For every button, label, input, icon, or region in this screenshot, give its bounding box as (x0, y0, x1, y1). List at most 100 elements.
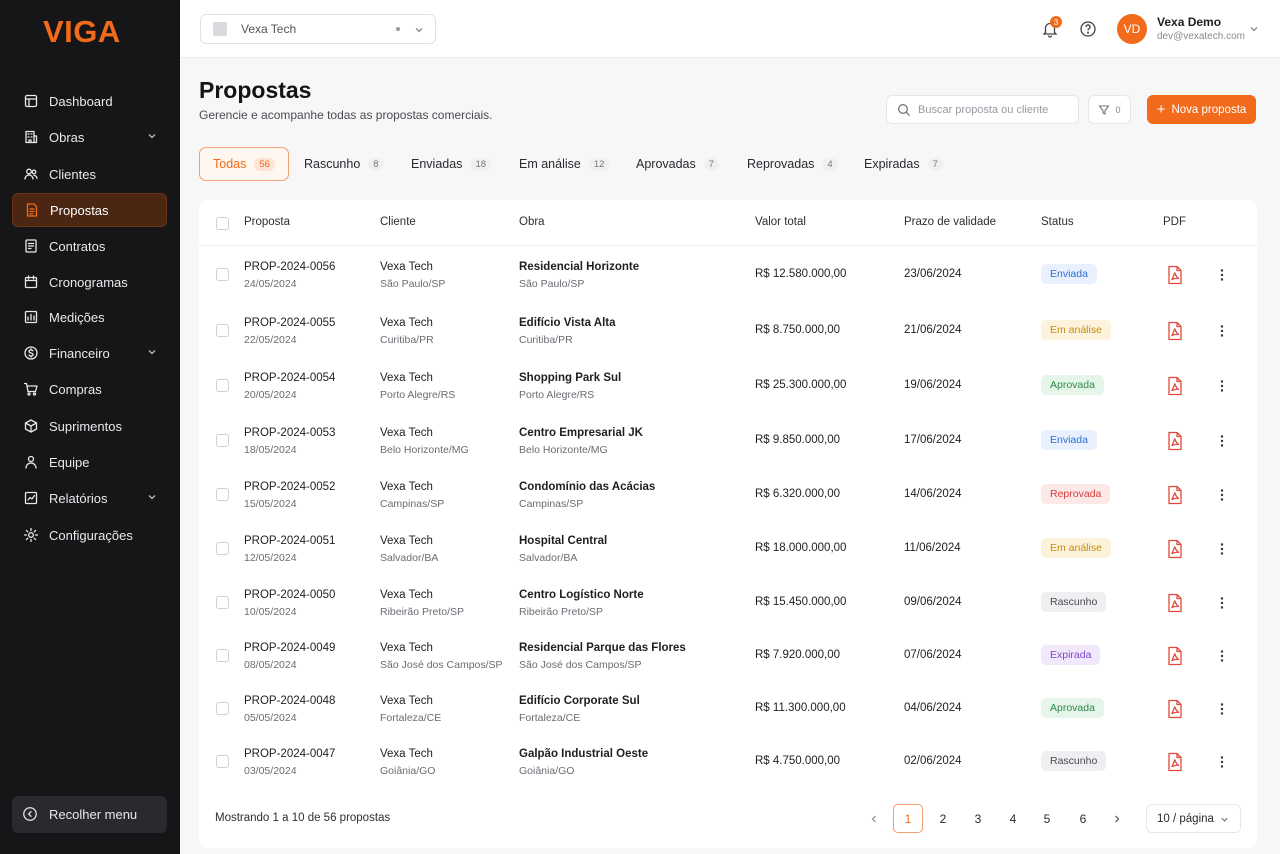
row-checkbox[interactable] (216, 755, 229, 768)
tab-rascunho[interactable]: Rascunho 8 (291, 147, 397, 181)
more-actions-icon[interactable] (1215, 488, 1229, 502)
table-row[interactable]: PROP-2024-0052 15/05/2024 Vexa Tech Campina… (199, 468, 1257, 522)
table-row[interactable]: PROP-2024-0047 03/05/2024 Vexa Tech Goiânia… (199, 735, 1257, 789)
sidebar-item-contratos[interactable]: Contratos (12, 229, 167, 263)
pdf-icon[interactable] (1164, 698, 1186, 720)
sidebar-item-relatorios[interactable]: Relatórios (12, 481, 167, 515)
more-actions-icon[interactable] (1215, 542, 1229, 556)
proposal-id[interactable]: PROP-2024-0049 (244, 642, 335, 654)
pdf-icon[interactable] (1164, 430, 1186, 452)
sidebar-item-cronogramas[interactable]: Cronogramas (12, 265, 167, 299)
column-header-status[interactable]: Status (1041, 216, 1074, 228)
sidebar-item-propostas[interactable]: Propostas (12, 193, 167, 227)
page-button-4[interactable]: 4 (998, 804, 1028, 833)
proposal-id[interactable]: PROP-2024-0054 (244, 372, 335, 384)
table-row[interactable]: PROP-2024-0050 10/05/2024 Vexa Tech Ribeirã… (199, 576, 1257, 630)
table-row[interactable]: PROP-2024-0056 24/05/2024 Vexa Tech São Pau… (199, 248, 1257, 302)
more-actions-icon[interactable] (1215, 702, 1229, 716)
table-row[interactable]: PROP-2024-0051 12/05/2024 Vexa Tech Salvado… (199, 522, 1257, 576)
brand-logo[interactable]: VIGA (43, 14, 121, 50)
proposal-id[interactable]: PROP-2024-0047 (244, 748, 335, 760)
proposal-id[interactable]: PROP-2024-0050 (244, 589, 335, 601)
more-actions-icon[interactable] (1215, 434, 1229, 448)
page-button-6[interactable]: 6 (1068, 804, 1098, 833)
new-proposal-button[interactable]: + Nova proposta (1147, 95, 1256, 124)
proposal-id[interactable]: PROP-2024-0056 (244, 261, 335, 273)
column-header-valor[interactable]: Valor total (755, 216, 806, 228)
next-page-icon[interactable] (1111, 813, 1123, 825)
pdf-icon[interactable] (1164, 375, 1186, 397)
filter-button[interactable]: 0 (1088, 95, 1131, 124)
column-header-proposta[interactable]: Proposta (244, 216, 290, 228)
proposal-id[interactable]: PROP-2024-0051 (244, 535, 335, 547)
per-page-select[interactable]: 10 / página (1146, 804, 1241, 833)
table-row[interactable]: PROP-2024-0048 05/05/2024 Vexa Tech Fortale… (199, 682, 1257, 736)
pdf-icon[interactable] (1164, 484, 1186, 506)
more-actions-icon[interactable] (1215, 649, 1229, 663)
sidebar-item-financeiro[interactable]: Financeiro (12, 336, 167, 370)
row-checkbox[interactable] (216, 268, 229, 281)
sidebar: VIGA Dashboard Obras Clientes Propostas Cont… (0, 0, 180, 854)
more-actions-icon[interactable] (1215, 755, 1229, 769)
select-all-checkbox[interactable] (216, 217, 229, 230)
pdf-icon[interactable] (1164, 751, 1186, 773)
tab-todas[interactable]: Todas 56 (199, 147, 289, 181)
tab-expiradas[interactable]: Expiradas 7 (851, 147, 956, 181)
sidebar-item-medicoes[interactable]: Medições (12, 300, 167, 334)
sidebar-item-clientes[interactable]: Clientes (12, 157, 167, 191)
row-checkbox[interactable] (216, 542, 229, 555)
tab-em-analise[interactable]: Em análise 12 (506, 147, 622, 181)
search-input[interactable] (918, 103, 1068, 116)
sidebar-item-obras[interactable]: Obras (12, 120, 167, 154)
prev-page-icon[interactable] (868, 813, 880, 825)
proposal-id[interactable]: PROP-2024-0048 (244, 695, 335, 707)
page-button-5[interactable]: 5 (1032, 804, 1062, 833)
pdf-icon[interactable] (1164, 538, 1186, 560)
page-button-3[interactable]: 3 (963, 804, 993, 833)
sidebar-item-compras[interactable]: Compras (12, 372, 167, 406)
table-row[interactable]: PROP-2024-0055 22/05/2024 Vexa Tech Curitib… (199, 304, 1257, 358)
column-header-obra[interactable]: Obra (519, 216, 545, 228)
tab-enviadas[interactable]: Enviadas 18 (398, 147, 504, 181)
page-button-2[interactable]: 2 (928, 804, 958, 833)
row-checkbox[interactable] (216, 488, 229, 501)
client-name: Vexa Tech (380, 481, 433, 493)
row-checkbox[interactable] (216, 649, 229, 662)
tab-aprovadas[interactable]: Aprovadas 7 (623, 147, 732, 181)
work-name: Edifício Vista Alta (519, 317, 616, 329)
pdf-icon[interactable] (1164, 645, 1186, 667)
avatar[interactable]: VD (1117, 14, 1147, 44)
team-icon (22, 453, 40, 471)
more-actions-icon[interactable] (1215, 379, 1229, 393)
row-checkbox[interactable] (216, 596, 229, 609)
pdf-icon[interactable] (1164, 264, 1186, 286)
user-menu-chevron-icon[interactable] (1248, 23, 1260, 35)
table-row[interactable]: PROP-2024-0049 08/05/2024 Vexa Tech São Jos… (199, 629, 1257, 683)
proposal-id[interactable]: PROP-2024-0053 (244, 427, 335, 439)
table-row[interactable]: PROP-2024-0054 20/05/2024 Vexa Tech Porto A… (199, 359, 1257, 413)
row-checkbox[interactable] (216, 379, 229, 392)
row-checkbox[interactable] (216, 702, 229, 715)
more-actions-icon[interactable] (1215, 268, 1229, 282)
pdf-icon[interactable] (1164, 592, 1186, 614)
collapse-menu-button[interactable]: Recolher menu (12, 796, 167, 833)
column-header-prazo[interactable]: Prazo de validade (904, 216, 996, 228)
more-actions-icon[interactable] (1215, 324, 1229, 338)
page-button-1[interactable]: 1 (893, 804, 923, 833)
tab-count-badge: 18 (470, 157, 492, 171)
more-actions-icon[interactable] (1215, 596, 1229, 610)
proposal-id[interactable]: PROP-2024-0052 (244, 481, 335, 493)
sidebar-item-configuracoes[interactable]: Configurações (12, 518, 167, 552)
table-row[interactable]: PROP-2024-0053 18/05/2024 Vexa Tech Belo Ho… (199, 414, 1257, 468)
sidebar-item-equipe[interactable]: Equipe (12, 445, 167, 479)
sidebar-item-suprimentos[interactable]: Suprimentos (12, 409, 167, 443)
pdf-icon[interactable] (1164, 320, 1186, 342)
row-checkbox[interactable] (216, 324, 229, 337)
sidebar-item-dashboard[interactable]: Dashboard (12, 84, 167, 118)
help-icon[interactable] (1079, 20, 1097, 38)
company-select[interactable]: Vexa Tech (200, 14, 436, 44)
row-checkbox[interactable] (216, 434, 229, 447)
proposal-id[interactable]: PROP-2024-0055 (244, 317, 335, 329)
column-header-cliente[interactable]: Cliente (380, 216, 416, 228)
tab-reprovadas[interactable]: Reprovadas 4 (734, 147, 851, 181)
